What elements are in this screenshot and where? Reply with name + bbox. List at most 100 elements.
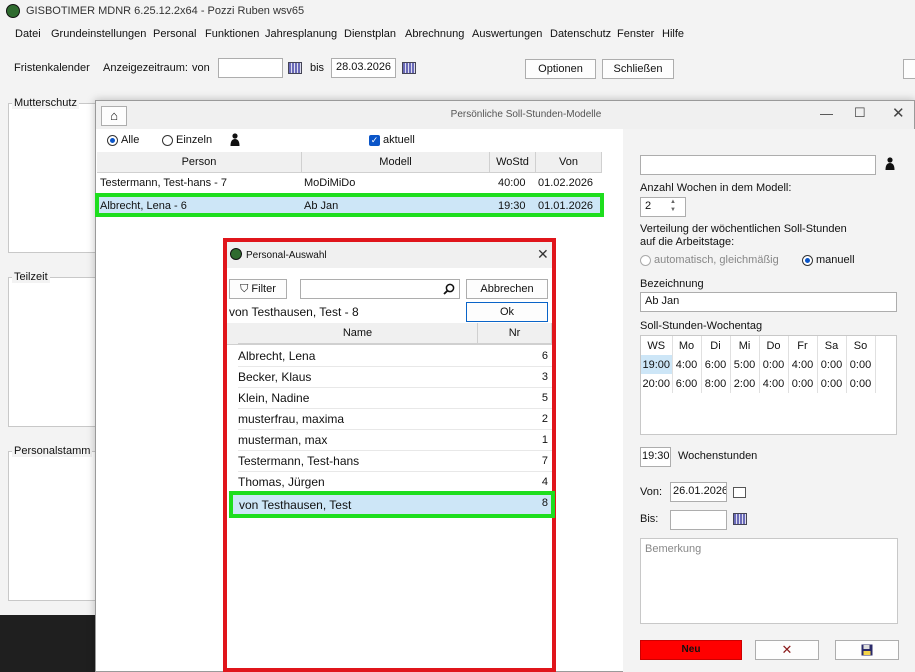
week-cell[interactable]: 0:00	[846, 355, 876, 374]
bis-date-input[interactable]: 28.03.2026	[331, 58, 396, 78]
cell-nr: 8	[541, 497, 548, 509]
week-row[interactable]: 20:00 6:00 8:00 2:00 4:00 0:00 0:00 0:00	[641, 374, 876, 393]
week-cell[interactable]: 5:00	[730, 355, 760, 374]
week-cell[interactable]: 0:00	[788, 374, 818, 393]
menu-funktionen[interactable]: Funktionen	[205, 28, 259, 40]
wochenstunden-field[interactable]: 19:30	[640, 447, 671, 467]
menu-dienstplan[interactable]: Dienstplan	[344, 28, 396, 40]
person-icon[interactable]	[230, 133, 240, 146]
von-date-field[interactable]: 26.01.2026	[670, 482, 727, 502]
col-person[interactable]: Person	[97, 152, 302, 173]
week-cell[interactable]: 8:00	[701, 374, 731, 393]
list-item[interactable]: Testermann, Test-hans 7	[238, 451, 552, 472]
dialog-title-bar: ⌂ Persönliche Soll-Stunden-Modelle — ☐ ✕	[96, 101, 914, 129]
dialog-title: Persönliche Soll-Stunden-Modelle	[450, 109, 602, 120]
col-nr[interactable]: Nr	[478, 323, 552, 344]
menu-jahresplanung[interactable]: Jahresplanung	[265, 28, 337, 40]
save-button[interactable]	[835, 640, 899, 660]
calendar-icon[interactable]	[733, 513, 747, 525]
search-input[interactable]	[300, 279, 460, 299]
ok-button[interactable]: Ok	[466, 302, 548, 322]
week-cell[interactable]: 0:00	[846, 374, 876, 393]
list-item[interactable]: musterfrau, maxima 2	[238, 409, 552, 430]
menu-datenschutz[interactable]: Datenschutz	[550, 28, 611, 40]
radio-manuell[interactable]	[802, 255, 813, 266]
search-icon[interactable]	[443, 283, 455, 295]
week-cell[interactable]: 4:00	[788, 355, 818, 374]
col-von[interactable]: Von	[536, 152, 602, 173]
week-cell[interactable]: 6:00	[701, 355, 731, 374]
aktuell-checkbox[interactable]: ✓	[369, 135, 380, 146]
person-icon[interactable]	[885, 157, 895, 170]
filter-button[interactable]: ⛉ Filter	[229, 279, 287, 299]
cell-nr: 6	[541, 350, 548, 362]
week-cell[interactable]: 4:00	[672, 355, 702, 374]
list-item[interactable]: Klein, Nadine 5	[238, 388, 552, 409]
list-item[interactable]: musterman, max 1	[238, 430, 552, 451]
list-item[interactable]: Becker, Klaus 3	[238, 367, 552, 388]
checkbox-von[interactable]	[733, 487, 746, 498]
person-input[interactable]	[640, 155, 876, 175]
close-icon[interactable]: ✕	[537, 246, 549, 263]
extra-button[interactable]	[903, 59, 915, 79]
von-date-input[interactable]	[218, 58, 283, 78]
maximize-icon[interactable]: ☐	[854, 105, 866, 121]
week-cell[interactable]: 6:00	[672, 374, 702, 393]
schliessen-button[interactable]: Schließen	[602, 59, 674, 79]
bis-label: bis	[310, 62, 325, 74]
bis-date-field[interactable]	[670, 510, 727, 530]
calendar-icon[interactable]	[402, 62, 416, 74]
week-cell[interactable]: 19:00	[641, 355, 673, 374]
cell-von: 01.01.2026	[538, 200, 594, 212]
list-item-selected[interactable]: von Testhausen, Test 8	[229, 491, 555, 518]
radio-alle[interactable]	[107, 135, 118, 146]
menu-personal[interactable]: Personal	[153, 28, 196, 40]
col-wostd[interactable]: WoStd	[490, 152, 536, 173]
week-cell[interactable]: 0:00	[817, 355, 847, 374]
week-row[interactable]: 19:00 4:00 6:00 5:00 0:00 4:00 0:00 0:00	[641, 355, 876, 374]
optionen-button[interactable]: Optionen	[525, 59, 596, 79]
col-modell[interactable]: Modell	[302, 152, 490, 173]
aktuell-label: aktuell	[383, 134, 415, 146]
menu-fenster[interactable]: Fenster	[617, 28, 654, 40]
week-cell[interactable]: 20:00	[641, 374, 673, 393]
cell-wostd: 40:00	[498, 177, 526, 189]
bezeichnung-input[interactable]: Ab Jan	[640, 292, 897, 312]
anzahl-wochen-stepper[interactable]: 2	[640, 197, 686, 217]
fristenkalender-label: Fristenkalender	[14, 62, 90, 74]
week-cell[interactable]: 0:00	[759, 355, 789, 374]
table-row[interactable]: Testermann, Test-hans - 7 MoDiMiDo 40:00…	[97, 173, 602, 194]
menu-bar: Datei Grundeinstellungen Personal Funkti…	[0, 24, 915, 46]
spinner-arrows-icon[interactable]: ▲ ▼	[670, 198, 676, 214]
radio-automatisch[interactable]	[640, 255, 651, 266]
close-icon[interactable]: ✕	[892, 104, 905, 122]
week-col-header: Do	[759, 336, 789, 355]
radio-einzeln[interactable]	[162, 135, 173, 146]
wochenstunden-label: Wochenstunden	[678, 450, 758, 462]
popup-title-bar: Personal-Auswahl ✕	[227, 242, 552, 268]
week-col-header: WS	[641, 336, 673, 355]
menu-datei[interactable]: Datei	[15, 28, 41, 40]
col-name[interactable]: Name	[238, 323, 478, 344]
table-row-selected[interactable]: Albrecht, Lena - 6 Ab Jan 19:30 01.01.20…	[95, 193, 604, 217]
week-cell[interactable]: 0:00	[817, 374, 847, 393]
menu-hilfe[interactable]: Hilfe	[662, 28, 684, 40]
teilzeit-panel	[8, 277, 98, 427]
list-item[interactable]: Thomas, Jürgen 4	[238, 472, 552, 493]
delete-icon[interactable]: ✕	[755, 640, 819, 660]
menu-auswertungen[interactable]: Auswertungen	[472, 28, 542, 40]
home-icon[interactable]: ⌂	[101, 106, 127, 126]
week-cell[interactable]: 4:00	[759, 374, 789, 393]
menu-grundeinstellungen[interactable]: Grundeinstellungen	[51, 28, 146, 40]
popup-title: Personal-Auswahl	[246, 250, 327, 261]
anzeigezeitraum-label: Anzeigezeitraum:	[103, 62, 188, 74]
week-cell[interactable]: 2:00	[730, 374, 760, 393]
bemerkung-textarea[interactable]: Bemerkung	[640, 538, 898, 624]
calendar-icon[interactable]	[288, 62, 302, 74]
menu-abrechnung[interactable]: Abrechnung	[405, 28, 464, 40]
cell-nr: 5	[541, 392, 548, 404]
list-item[interactable]: Albrecht, Lena 6	[238, 346, 552, 367]
neu-button[interactable]: Neu	[640, 640, 742, 660]
abbrechen-button[interactable]: Abbrechen	[466, 279, 548, 299]
minimize-icon[interactable]: —	[820, 106, 833, 121]
